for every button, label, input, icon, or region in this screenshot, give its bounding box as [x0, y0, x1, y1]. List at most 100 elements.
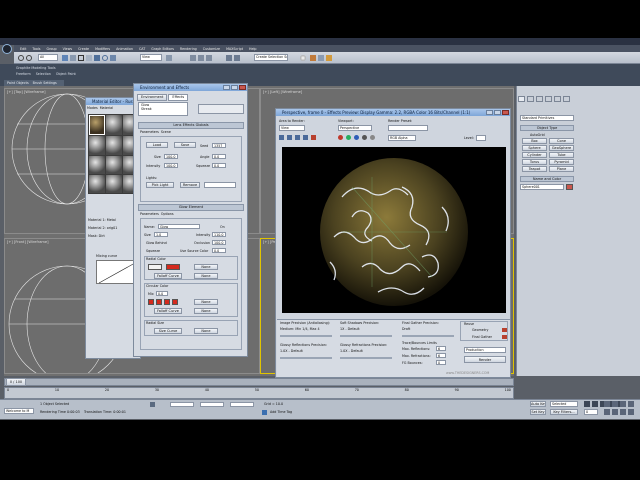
menu-maxscript[interactable]: MAXScript	[226, 47, 243, 51]
radial-size-none-button[interactable]: None	[194, 328, 218, 334]
current-frame-field[interactable]: 0	[584, 409, 598, 415]
reuse-geometry-checkbox[interactable]: Geometry	[472, 328, 488, 332]
named-selection-set-dropdown[interactable]: Create Selection Set	[254, 54, 288, 61]
save-image-icon[interactable]	[279, 135, 284, 140]
add-time-tag-text[interactable]: Add Time Tag	[270, 410, 292, 414]
seed-field[interactable]: 1357	[212, 143, 226, 148]
final-gather-value[interactable]: Draft	[402, 327, 410, 331]
object-type-rollout[interactable]: Object Type	[520, 125, 574, 131]
channel-dropdown[interactable]: RGB Alpha	[388, 135, 416, 141]
add-time-tag-icon[interactable]	[262, 410, 267, 415]
effects-list-item-streak[interactable]: Streak	[139, 107, 187, 111]
ribbon-brush-settings[interactable]: Brush Settings	[33, 81, 57, 85]
pyramid-button[interactable]: Pyramid	[549, 159, 574, 165]
menu-animation[interactable]: Animation	[116, 47, 133, 51]
radial-color-swatch-2[interactable]	[166, 264, 180, 270]
image-precision-slider[interactable]	[280, 335, 332, 337]
glossy-refr-slider[interactable]	[340, 357, 392, 359]
radial-color-swatch-1[interactable]	[148, 264, 162, 270]
production-dropdown[interactable]: Production	[464, 347, 506, 353]
green-channel-icon[interactable]	[346, 135, 351, 140]
max-refractions-field[interactable]: 6	[436, 353, 446, 358]
z-coordinate-field[interactable]	[230, 402, 254, 407]
box-button[interactable]: Box	[522, 138, 547, 144]
intensity2-field[interactable]: 110.0	[212, 232, 226, 237]
create-tab-icon[interactable]	[518, 96, 525, 102]
sample-slot-rust[interactable]	[89, 115, 105, 136]
rendered-frame-window-icon[interactable]	[318, 55, 324, 61]
utilities-tab-icon[interactable]	[563, 96, 570, 102]
select-object-icon[interactable]	[62, 55, 68, 61]
tab-scene[interactable]: Scene	[161, 130, 171, 134]
on-checkbox[interactable]: On	[220, 225, 225, 229]
effects-list[interactable]: Glow Streak	[138, 102, 188, 116]
torus-button[interactable]: Torus	[522, 159, 547, 165]
occlusion-field[interactable]: 100.0	[212, 240, 226, 245]
undo-icon[interactable]	[18, 55, 24, 61]
snaps-toggle-icon[interactable]	[190, 55, 196, 61]
motion-tab-icon[interactable]	[545, 96, 552, 102]
alpha-channel-icon[interactable]	[362, 135, 367, 140]
window-crossing-icon[interactable]	[86, 55, 92, 61]
glow-element-rollout[interactable]: Glow Element	[138, 204, 244, 211]
menu-create[interactable]: Create	[78, 47, 89, 51]
select-region-icon[interactable]	[78, 55, 84, 61]
maximize-icon[interactable]	[231, 85, 238, 90]
menu-tools[interactable]: Tools	[32, 47, 40, 51]
minimize-icon[interactable]	[223, 85, 230, 90]
circular-falloff-curve-button[interactable]: Falloff Curve	[154, 308, 182, 314]
size-curve-button[interactable]: Size Curve	[154, 328, 182, 334]
move-icon[interactable]	[94, 55, 100, 61]
final-gather-slider[interactable]	[402, 335, 454, 337]
go-to-start-icon[interactable]	[584, 401, 590, 407]
orbit-icon[interactable]	[620, 409, 626, 415]
selection-filter-dropdown[interactable]: All	[38, 54, 58, 61]
tab-effects[interactable]: Effects	[168, 94, 189, 101]
size2-field[interactable]: 1.0	[154, 232, 168, 237]
size-field[interactable]: 100.0	[164, 154, 178, 159]
render-minimize-icon[interactable]	[486, 110, 493, 115]
soft-shadows-value[interactable]: 1X - Default	[340, 327, 360, 331]
radial-falloff-curve-button[interactable]: Falloff Curve	[154, 273, 182, 279]
render-setup-icon[interactable]	[310, 55, 316, 61]
ribbon-paint-objects[interactable]: Paint Objects	[7, 81, 29, 85]
rotate-icon[interactable]	[102, 55, 108, 61]
time-slider-thumb[interactable]: 0 / 100	[6, 378, 26, 386]
pan-icon[interactable]	[612, 409, 618, 415]
sample-slot[interactable]	[89, 174, 105, 193]
circular-none-button[interactable]: None	[194, 299, 218, 305]
glow-name-field[interactable]: Glow	[158, 224, 200, 229]
sphere-button[interactable]: Sphere	[522, 145, 547, 151]
render-close-icon[interactable]	[502, 110, 509, 115]
glow-behind-checkbox[interactable]: Glow Behind	[146, 241, 167, 245]
glossy-refl-value[interactable]: 1.0X - Default	[280, 349, 303, 353]
object-name-field[interactable]: Sphere001	[520, 184, 564, 190]
primitive-type-dropdown[interactable]: Standard Primitives	[520, 115, 574, 121]
blue-channel-icon[interactable]	[354, 135, 359, 140]
cylinder-button[interactable]: Cylinder	[522, 152, 547, 158]
zoom-extents-all-icon[interactable]	[628, 401, 634, 407]
cone-button[interactable]: Cone	[549, 138, 574, 144]
use-source-color-field[interactable]: 0.0	[212, 248, 226, 253]
x-coordinate-field[interactable]	[170, 402, 194, 407]
menu-graph-editors[interactable]: Graph Editors	[151, 47, 174, 51]
select-by-name-icon[interactable]	[70, 55, 76, 61]
maximize-viewport-icon[interactable]	[628, 409, 634, 415]
remove-button[interactable]: Remove	[180, 182, 200, 188]
monochrome-icon[interactable]	[370, 135, 375, 140]
material-editor-icon[interactable]	[300, 55, 306, 61]
glossy-refr-value[interactable]: 1.0X - Default	[340, 349, 363, 353]
tab-environment[interactable]: Environment	[137, 94, 168, 101]
object-color-swatch[interactable]	[566, 184, 573, 190]
pivot-icon[interactable]	[166, 55, 172, 61]
clear-icon[interactable]	[311, 135, 316, 140]
red-channel-icon[interactable]	[338, 135, 343, 140]
menu-help[interactable]: Help	[249, 47, 257, 51]
render-production-icon[interactable]	[326, 55, 332, 61]
squeeze2-checkbox[interactable]: Squeeze	[146, 249, 160, 253]
reuse-geometry-clear-icon[interactable]	[502, 328, 507, 332]
image-precision-value[interactable]: Medium: Min 1/4, Max 4	[280, 327, 320, 331]
ribbon-tab-selection[interactable]: Selection	[36, 72, 51, 76]
render-maximize-icon[interactable]	[494, 110, 501, 115]
sample-slot[interactable]	[106, 155, 122, 174]
